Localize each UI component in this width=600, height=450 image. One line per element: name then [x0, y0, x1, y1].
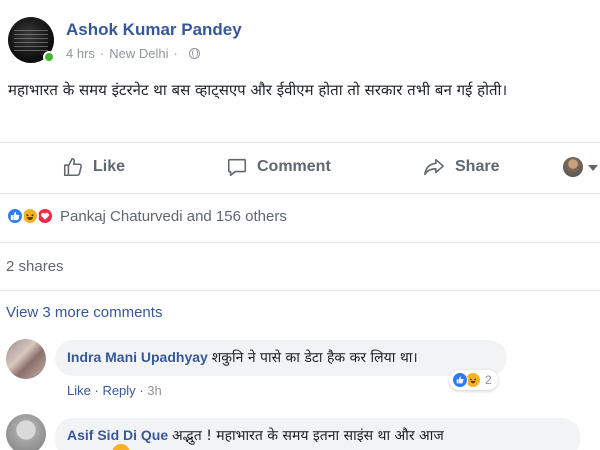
commenter-name[interactable]: Indra Mani Upadhyay: [67, 349, 208, 365]
comment-bubble: Asif Sid Di Que अद्भुत ! महाभारत के समय …: [55, 418, 580, 450]
commenter-avatar[interactable]: [6, 414, 46, 450]
divider: [0, 242, 600, 243]
online-status-icon: [43, 51, 55, 63]
divider: [0, 142, 600, 143]
comment-reaction-count: 2: [485, 373, 492, 387]
comment-text: शकुनि ने पासे का डेटा हैक कर लिया था।: [211, 350, 418, 366]
author-name[interactable]: Ashok Kumar Pandey: [66, 20, 242, 40]
commenter-avatar[interactable]: [6, 339, 46, 379]
like-reaction-icon: [452, 372, 468, 388]
meta-separator: ·: [173, 46, 178, 61]
thumbs-up-icon: [63, 157, 82, 177]
comment-label: Comment: [257, 158, 331, 175]
comment-icon: [227, 158, 247, 177]
post-card: Ashok Kumar Pandey 4 hrs · New Delhi · म…: [0, 0, 600, 450]
view-more-comments-link[interactable]: View 3 more comments: [6, 304, 162, 321]
meta-separator: ·: [99, 46, 105, 61]
comment-actions: Like · Reply · 3h: [67, 383, 162, 398]
comment-like-link[interactable]: Like: [67, 383, 91, 398]
post-time[interactable]: 4 hrs: [66, 46, 95, 61]
shares-count[interactable]: 2 shares: [6, 258, 64, 275]
divider: [0, 290, 600, 291]
share-button[interactable]: Share: [422, 156, 499, 178]
comment-time[interactable]: 3h: [147, 383, 161, 398]
like-button[interactable]: Like: [62, 156, 125, 178]
comment-text: अद्भुत ! महाभारत के समय इतना साइंस था और…: [172, 428, 444, 444]
comment-bubble: Indra Mani Upadhyay शकुनि ने पासे का डेट…: [55, 340, 507, 376]
comment-reactions[interactable]: 2: [449, 370, 498, 390]
reactions-count[interactable]: Pankaj Chaturvedi and 156 others: [60, 208, 287, 225]
comment-button[interactable]: Comment: [226, 156, 331, 178]
divider: [0, 193, 600, 194]
share-icon: [424, 158, 444, 176]
reactions-summary[interactable]: Pankaj Chaturvedi and 156 others: [6, 207, 287, 225]
commenter-name[interactable]: Asif Sid Di Que: [67, 427, 168, 443]
globe-icon[interactable]: [188, 48, 200, 59]
post-location[interactable]: New Delhi: [109, 46, 168, 61]
chevron-down-icon[interactable]: [588, 165, 598, 171]
post-meta: 4 hrs · New Delhi ·: [66, 46, 200, 61]
post-text: महाभारत के समय इंटरनेट था बस व्हाट्सएप औ…: [8, 81, 508, 99]
viewer-avatar[interactable]: [563, 157, 583, 177]
share-label: Share: [455, 158, 500, 175]
like-reaction-icon: [6, 207, 24, 225]
comment-reply-link[interactable]: Reply: [102, 383, 135, 398]
like-label: Like: [93, 158, 126, 175]
